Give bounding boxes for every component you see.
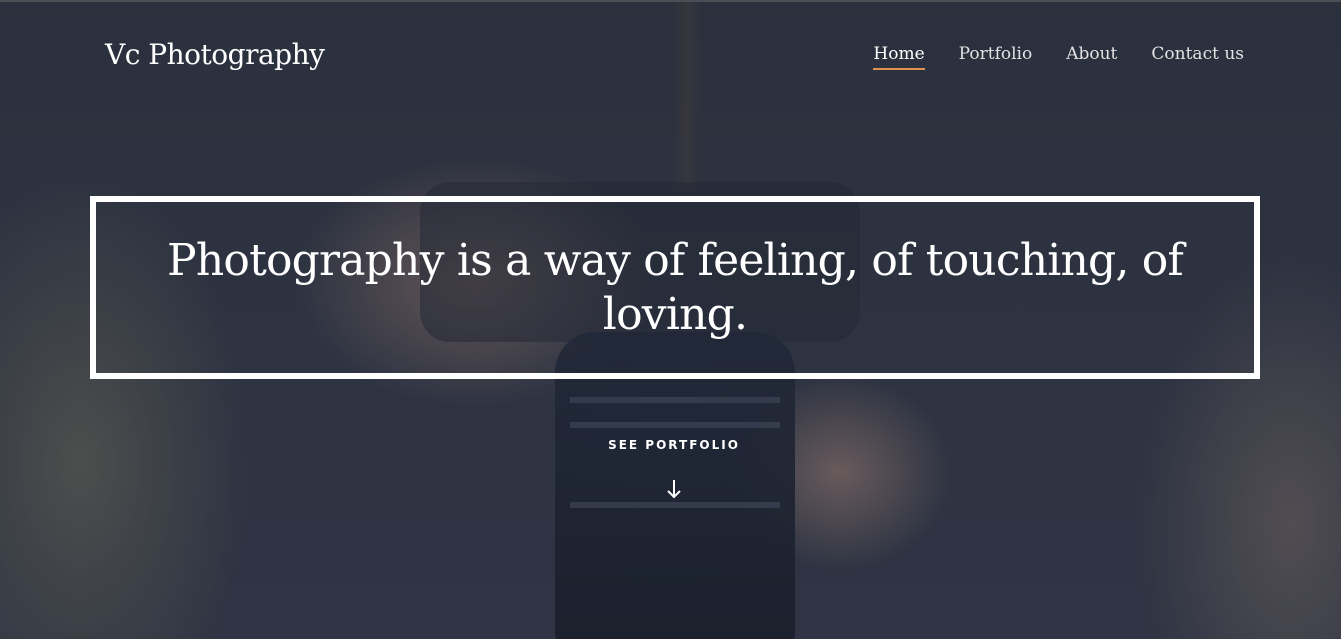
hero-quote: Photography is a way of feeling, of touc… xyxy=(167,234,1184,340)
nav-item-about[interactable]: About xyxy=(1066,44,1117,70)
main-nav: Home Portfolio About Contact us xyxy=(873,44,1244,70)
site-logo[interactable]: Vc Photography xyxy=(105,38,325,71)
nav-item-contact[interactable]: Contact us xyxy=(1151,44,1244,70)
see-portfolio-link[interactable]: SEE PORTFOLIO xyxy=(574,438,774,452)
nav-item-home[interactable]: Home xyxy=(873,44,925,70)
arrow-down-icon[interactable] xyxy=(665,478,683,500)
hero-section: Vc Photography Home Portfolio About Cont… xyxy=(0,0,1341,639)
nav-item-portfolio[interactable]: Portfolio xyxy=(959,44,1033,70)
quote-frame: Photography is a way of feeling, of touc… xyxy=(90,196,1260,379)
